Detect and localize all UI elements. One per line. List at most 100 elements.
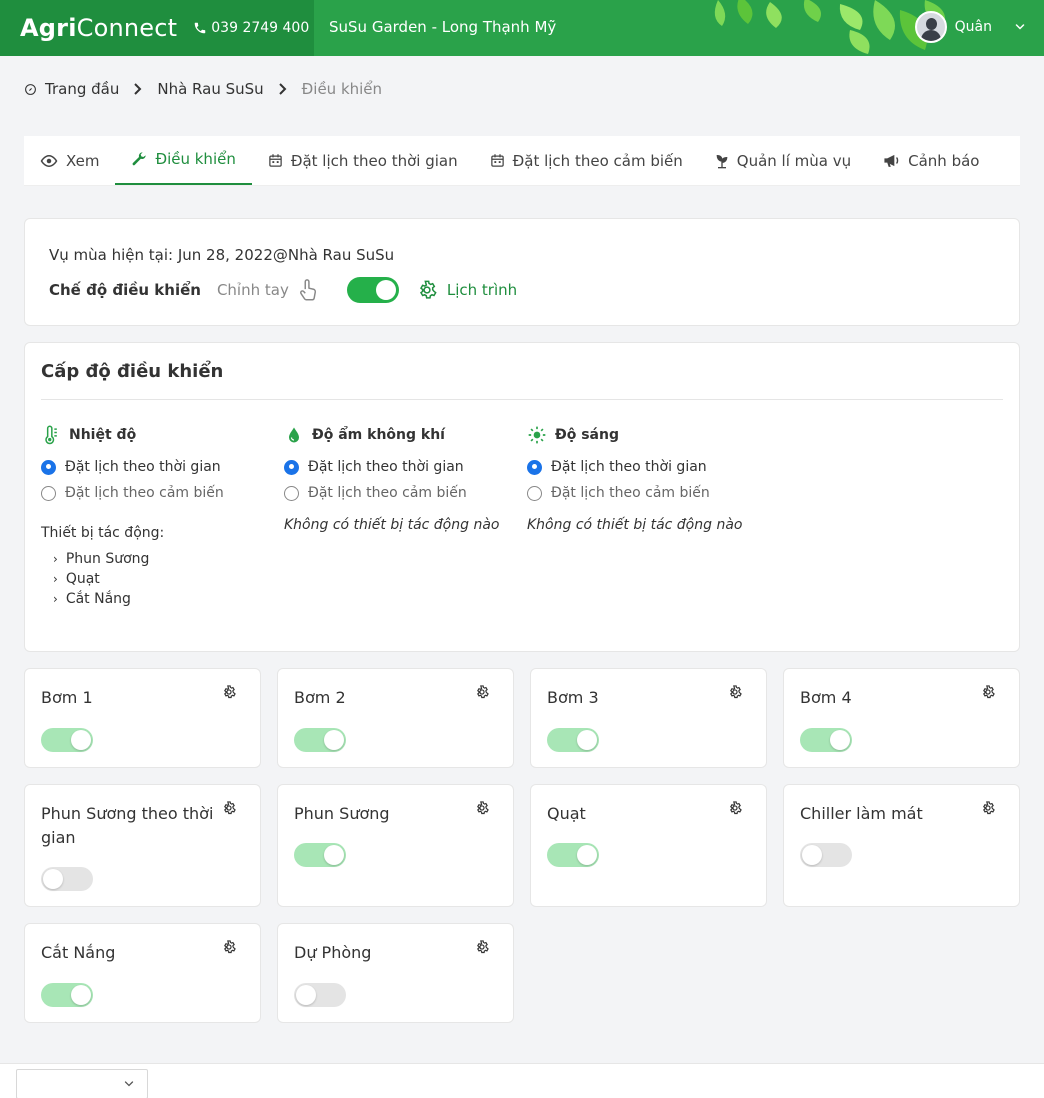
thermometer-icon <box>45 425 57 445</box>
device-card-bom-2: Bơm 2 <box>277 668 514 768</box>
megaphone-icon <box>884 154 899 167</box>
device-toggle[interactable] <box>800 843 852 867</box>
list-item: › Cắt Nắng <box>53 591 131 607</box>
gear-icon[interactable] <box>475 801 489 815</box>
water-drop-icon <box>289 427 299 443</box>
current-season: Vụ mùa hiện tại: Jun 28, 2022@Nhà Rau Su… <box>49 246 395 264</box>
list-item: › Phun Sương <box>53 551 150 567</box>
device-name: Phun Sương theo thời gian <box>41 804 214 847</box>
phone-icon <box>195 22 206 34</box>
chevron-right-icon <box>134 83 142 95</box>
gear-icon[interactable] <box>981 685 995 699</box>
device-toggle[interactable] <box>294 728 346 752</box>
radio-light-time[interactable]: Đặt lịch theo thời gian <box>527 459 767 475</box>
gear-icon[interactable] <box>728 801 742 815</box>
chevron-down-icon <box>124 1081 134 1087</box>
avatar <box>914 11 947 43</box>
chevron-right-icon <box>278 83 287 95</box>
tab-bar: Xem Điều khiển Đặt lịch theo thời gian Đ… <box>24 136 1020 186</box>
no-device-text: Không có thiết bị tác động nào <box>527 517 743 533</box>
device-name: Phun Sương <box>294 804 390 823</box>
hand-pointer-icon <box>299 279 316 301</box>
device-card-mist-timed: Phun Sương theo thời gian <box>24 784 261 907</box>
device-name: Bơm 3 <box>547 688 599 707</box>
user-menu[interactable]: Quân <box>914 11 1026 43</box>
device-card-bom-4: Bơm 4 <box>783 668 1020 768</box>
device-name: Chiller làm mát <box>800 804 923 823</box>
breadcrumb-home[interactable]: Trang đầu <box>45 80 119 98</box>
language-select[interactable] <box>16 1069 148 1098</box>
level-column-temperature: Nhiệt độ Đặt lịch theo thời gian Đặt lịc… <box>41 425 281 609</box>
hotline[interactable]: 039 2749 400 <box>193 20 309 36</box>
control-level-card: Cấp độ điều khiển Nhiệt độ Đặt lịch theo… <box>24 342 1020 652</box>
device-toggle[interactable] <box>547 728 599 752</box>
device-name: Dự Phòng <box>294 943 372 962</box>
device-card-fan: Quạt <box>530 784 767 907</box>
level-title-humidity: Độ ẩm không khí <box>312 427 445 443</box>
device-card-shade: Cắt Nắng <box>24 923 261 1023</box>
device-toggle[interactable] <box>800 728 852 752</box>
level-title-temperature: Nhiệt độ <box>69 427 137 443</box>
user-name: Quân <box>954 19 992 35</box>
control-mode-row: Chế độ điều khiển Chỉnh tay Lịch trình <box>49 277 517 303</box>
chevron-down-icon <box>1015 24 1025 30</box>
tab-alerts[interactable]: Cảnh báo <box>867 136 995 185</box>
manual-mode: Chỉnh tay <box>217 278 319 302</box>
tab-control[interactable]: Điều khiển <box>115 136 252 185</box>
footer <box>0 1063 1044 1098</box>
device-toggle[interactable] <box>294 843 346 867</box>
device-name: Bơm 1 <box>41 688 93 707</box>
schedule-mode: Lịch trình <box>417 280 517 300</box>
radio-humidity-time[interactable]: Đặt lịch theo thời gian <box>284 459 524 475</box>
radio-temperature-sensor[interactable]: Đặt lịch theo cảm biến <box>41 485 281 501</box>
breadcrumb: Trang đầu Nhà Rau SuSu Điều khiển <box>24 80 382 98</box>
device-toggle[interactable] <box>547 843 599 867</box>
app-logo[interactable]: AgriConnect <box>20 14 177 42</box>
device-toggle[interactable] <box>41 867 93 891</box>
sprout-icon <box>716 154 728 168</box>
device-card-mist: Phun Sương <box>277 784 514 907</box>
control-mode-label: Chế độ điều khiển <box>49 281 201 299</box>
device-card-chiller: Chiller làm mát <box>783 784 1020 907</box>
tab-time-schedule[interactable]: Đặt lịch theo thời gian <box>252 136 474 185</box>
tab-view[interactable]: Xem <box>24 136 115 185</box>
device-card-reserve: Dự Phòng <box>277 923 514 1023</box>
device-card-bom-1: Bơm 1 <box>24 668 261 768</box>
gear-icon[interactable] <box>475 940 489 954</box>
list-item: › Quạt <box>53 571 100 587</box>
radio-humidity-sensor[interactable]: Đặt lịch theo cảm biến <box>284 485 524 501</box>
gear-icon[interactable] <box>475 685 489 699</box>
device-name: Bơm 2 <box>294 688 346 707</box>
level-title-light: Độ sáng <box>555 427 619 443</box>
control-mode-toggle[interactable] <box>346 277 399 303</box>
device-name: Quạt <box>547 804 586 823</box>
device-name: Bơm 4 <box>800 688 852 707</box>
level-column-light: Độ sáng Đặt lịch theo thời gian Đặt lịch… <box>527 425 767 533</box>
gear-icon[interactable] <box>728 685 742 699</box>
affected-devices-label: Thiết bị tác động: <box>41 525 165 541</box>
no-device-text: Không có thiết bị tác động nào <box>284 517 500 533</box>
eye-icon <box>40 154 58 167</box>
gear-icon[interactable] <box>222 801 236 815</box>
device-toggle[interactable] <box>41 728 93 752</box>
farm-name[interactable]: SuSu Garden - Long Thạnh Mỹ <box>329 18 556 36</box>
season-card: Vụ mùa hiện tại: Jun 28, 2022@Nhà Rau Su… <box>24 218 1020 326</box>
calendar-icon <box>269 154 282 167</box>
top-header: AgriConnect 039 2749 400 SuSu Garden - L… <box>0 0 1044 56</box>
breadcrumb-parent[interactable]: Nhà Rau SuSu <box>157 80 263 98</box>
gear-icon[interactable] <box>222 685 236 699</box>
sun-icon <box>528 426 546 444</box>
gear-icon[interactable] <box>222 940 236 954</box>
gear-icon[interactable] <box>981 801 995 815</box>
divider <box>41 399 1003 400</box>
affected-devices-list: › Phun Sương › Quạt › Cắt Nắng <box>41 549 281 609</box>
device-toggle[interactable] <box>41 983 93 1007</box>
radio-light-sensor[interactable]: Đặt lịch theo cảm biến <box>527 485 767 501</box>
tab-sensor-schedule[interactable]: Đặt lịch theo cảm biến <box>474 136 699 185</box>
gear-icon <box>419 280 437 299</box>
radio-temperature-time[interactable]: Đặt lịch theo thời gian <box>41 459 281 475</box>
tab-season-management[interactable]: Quản lí mùa vụ <box>699 136 867 185</box>
device-toggle[interactable] <box>294 983 346 1007</box>
device-name: Cắt Nắng <box>41 943 116 962</box>
level-column-humidity: Độ ẩm không khí Đặt lịch theo thời gian … <box>284 425 524 533</box>
